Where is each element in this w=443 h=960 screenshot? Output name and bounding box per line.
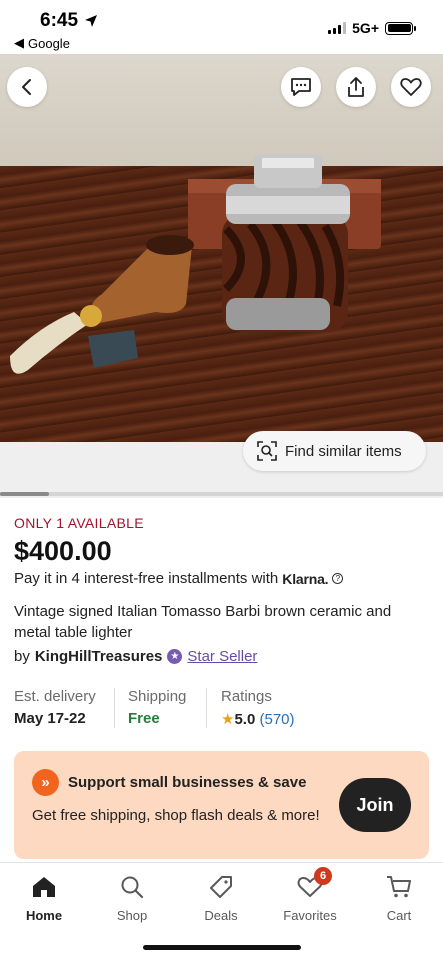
message-seller-button[interactable] xyxy=(281,67,321,107)
shipping-label: Shipping xyxy=(128,688,187,705)
divider xyxy=(206,688,207,728)
tag-icon xyxy=(207,873,235,901)
find-similar-button[interactable]: Find similar items xyxy=(243,431,426,471)
promo-body: Get free shipping, shop flash deals & mo… xyxy=(32,807,320,824)
installments-info[interactable]: Pay it in 4 interest-free installments w… xyxy=(14,570,344,587)
seller-info: by KingHillTreasures ★ Star Seller xyxy=(14,648,257,665)
nav-deals-label: Deals xyxy=(204,908,238,923)
back-to-app-link[interactable]: ◀ Google xyxy=(14,35,70,51)
nav-cart[interactable]: Cart xyxy=(355,873,443,923)
star-seller-link[interactable]: Star Seller xyxy=(187,648,257,665)
nav-cart-label: Cart xyxy=(386,908,412,923)
installments-text: Pay it in 4 interest-free installments w… xyxy=(14,570,279,587)
search-icon xyxy=(118,873,146,901)
favorites-badge: 6 xyxy=(314,867,332,885)
listing-title: Vintage signed Italian Tomasso Barbi bro… xyxy=(14,603,392,641)
ratings-value-row[interactable]: ★5.0 (570) xyxy=(221,710,295,728)
nav-favorites-label: Favorites xyxy=(283,908,337,923)
heart-icon: 6 xyxy=(296,867,332,901)
back-app-label: Google xyxy=(28,35,70,51)
price: $400.00 xyxy=(14,536,112,566)
promo-title: Support small businesses & save xyxy=(68,774,307,791)
delivery-info: Est. delivery May 17-22 xyxy=(14,688,96,727)
back-triangle-icon: ◀ xyxy=(14,35,24,50)
join-button[interactable]: Join xyxy=(339,778,411,832)
share-icon xyxy=(348,77,364,97)
nav-home[interactable]: Home xyxy=(0,873,88,923)
signal-icon xyxy=(328,22,347,34)
seller-prefix: by xyxy=(14,648,30,665)
help-icon[interactable]: ? xyxy=(332,573,344,584)
back-button[interactable] xyxy=(7,67,47,107)
network-label: 5G+ xyxy=(352,20,379,36)
ratings-count-link[interactable]: (570) xyxy=(259,711,294,728)
cart-icon xyxy=(385,873,413,901)
nav-favorites[interactable]: 6 Favorites xyxy=(266,867,354,923)
nav-shop[interactable]: Shop xyxy=(88,873,176,923)
favorite-button[interactable] xyxy=(391,67,431,107)
promo-banner: » Support small businesses & save Get fr… xyxy=(14,751,429,859)
klarna-logo: Klarna. xyxy=(282,570,329,587)
visual-search-icon xyxy=(257,441,277,461)
home-indicator xyxy=(143,945,301,950)
ratings-value: 5.0 xyxy=(234,711,256,728)
availability-label: ONLY 1 AVAILABLE xyxy=(14,515,144,531)
delivery-value: May 17-22 xyxy=(14,710,86,727)
delivery-label: Est. delivery xyxy=(14,688,96,705)
gallery-scrollbar[interactable] xyxy=(0,492,443,496)
nav-deals[interactable]: Deals xyxy=(177,873,265,923)
share-button[interactable] xyxy=(336,67,376,107)
location-arrow-icon xyxy=(85,15,98,27)
seller-name-link[interactable]: KingHillTreasures xyxy=(35,648,163,665)
double-chevron-icon: » xyxy=(32,769,59,796)
status-bar: 6:45 ◀ Google 5G+ xyxy=(0,0,443,54)
time-text: 6:45 xyxy=(40,10,79,31)
listing-details-row: Est. delivery May 17-22 Shipping Free Ra… xyxy=(14,688,429,732)
status-indicators: 5G+ xyxy=(328,20,416,36)
nav-shop-label: Shop xyxy=(116,908,148,923)
star-seller-icon: ★ xyxy=(167,649,183,664)
message-icon xyxy=(291,78,311,96)
ratings-label: Ratings xyxy=(221,688,272,705)
ratings-info[interactable]: Ratings ★5.0 (570) xyxy=(221,688,295,728)
divider xyxy=(114,688,115,728)
heart-icon xyxy=(400,78,422,96)
listing-photo[interactable] xyxy=(0,54,443,442)
status-time: 6:45 xyxy=(40,10,98,32)
star-icon: ★ xyxy=(221,711,235,728)
shipping-info: Shipping Free xyxy=(128,688,186,727)
battery-icon xyxy=(385,21,416,35)
lighter-pipe-illustration xyxy=(10,154,381,374)
gallery-scroll-thumb[interactable] xyxy=(0,492,49,496)
find-similar-label: Find similar items xyxy=(285,442,402,460)
nav-home-label: Home xyxy=(25,908,63,923)
home-icon xyxy=(30,873,58,901)
chevron-left-icon xyxy=(22,79,31,95)
shipping-value: Free xyxy=(128,710,160,727)
